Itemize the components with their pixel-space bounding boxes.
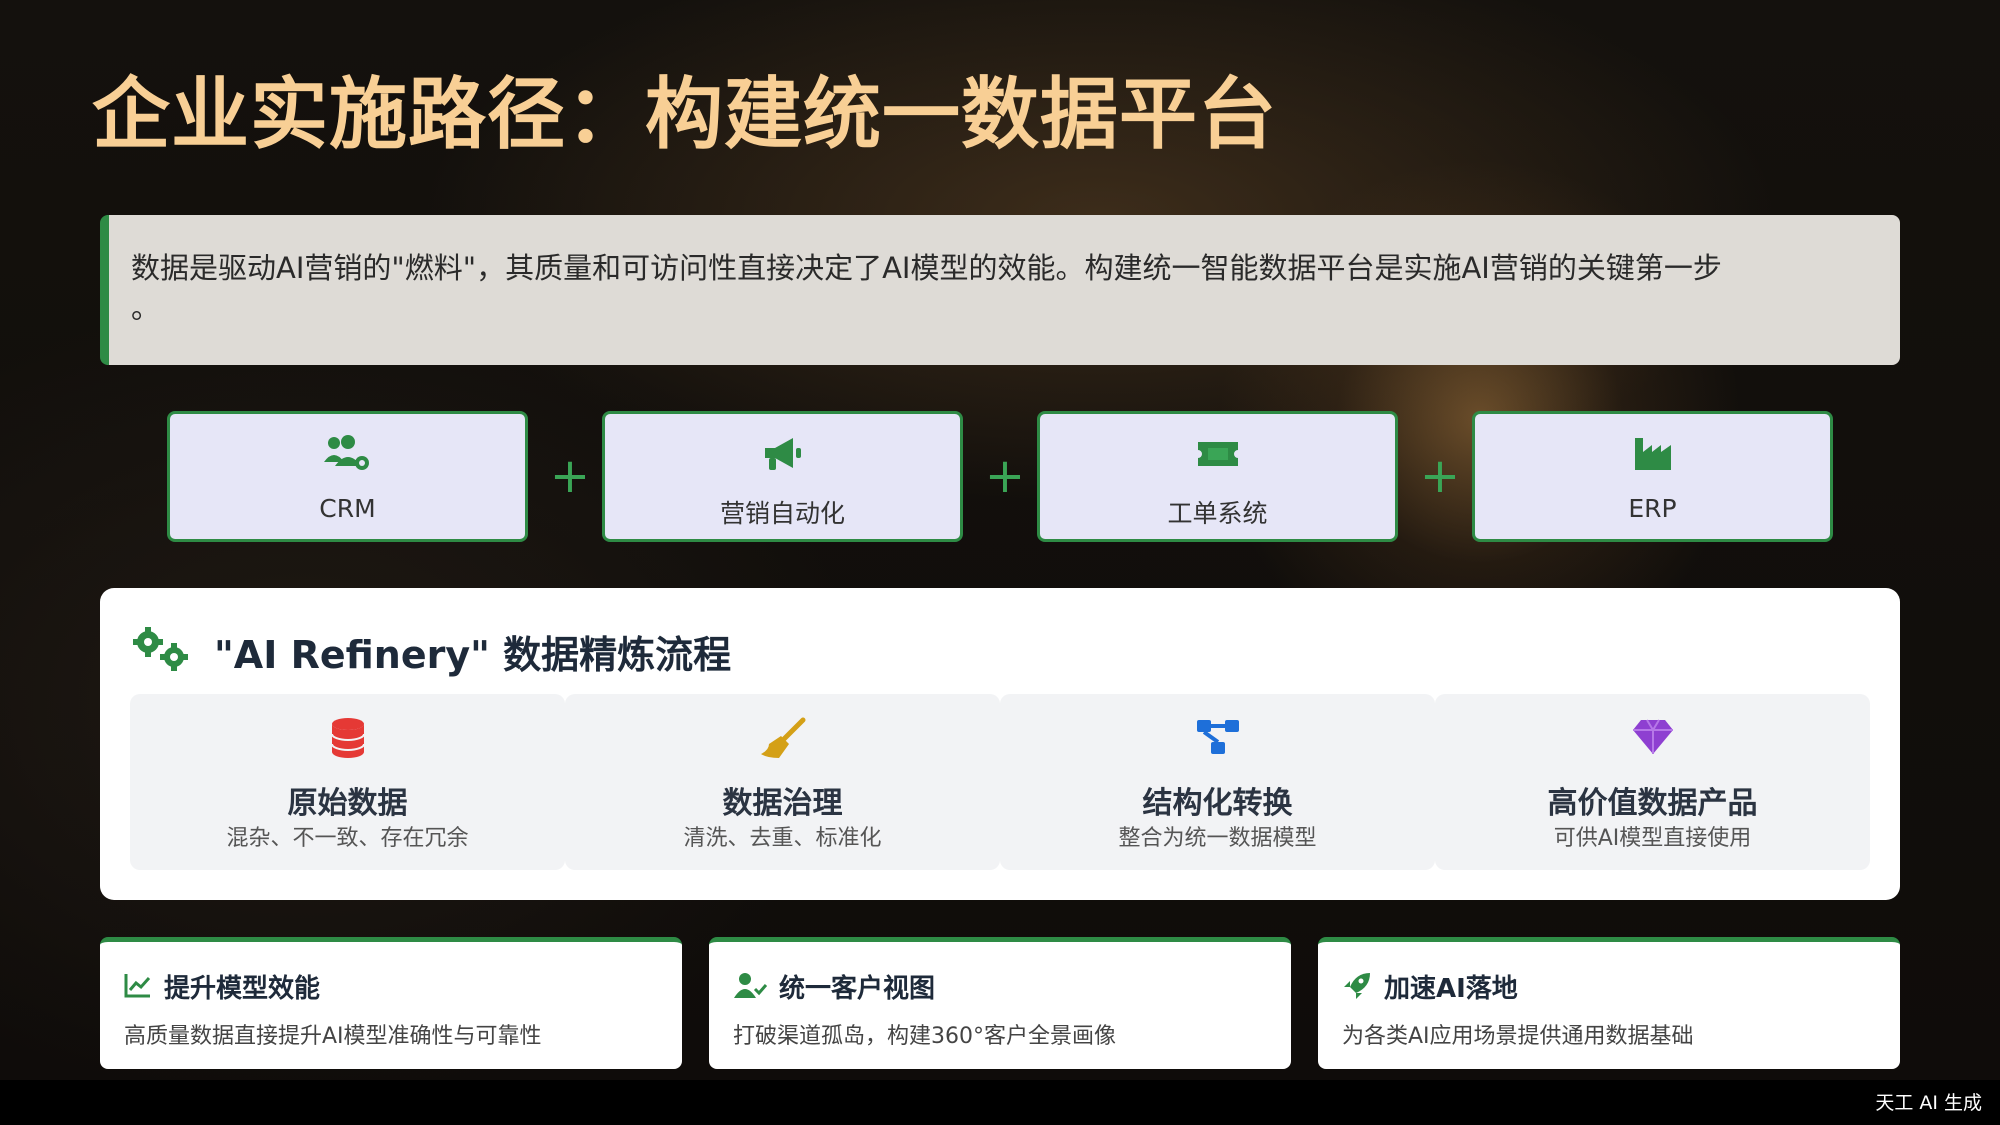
broom-icon xyxy=(565,716,1000,760)
source-label: ERP xyxy=(1628,494,1677,523)
ticket-icon xyxy=(1040,434,1395,478)
step-desc: 混杂、不一致、存在冗余 xyxy=(226,826,469,851)
source-card-crm: CRM xyxy=(167,411,528,542)
gears-icon xyxy=(130,625,192,677)
user-check-icon xyxy=(733,971,768,1003)
benefit-desc: 打破渠道孤岛，构建360°客户全景画像 xyxy=(733,1024,1116,1049)
benefit-card-customer-view: 统一客户视图 打破渠道孤岛，构建360°客户全景画像 xyxy=(709,937,1291,1069)
users-gear-icon xyxy=(170,434,525,478)
refinery-header: "AI Refinery" 数据精炼流程 xyxy=(130,625,732,677)
source-label: CRM xyxy=(319,494,376,523)
benefit-head: 加速AI落地 xyxy=(1342,968,1518,1005)
factory-icon xyxy=(1475,434,1830,478)
step-governance: 数据治理 清洗、去重、标准化 xyxy=(565,694,1000,870)
benefit-head: 提升模型效能 xyxy=(124,968,320,1005)
step-name: 数据治理 xyxy=(722,786,843,821)
plus-sign: + xyxy=(1419,448,1461,504)
step-name: 高价值数据产品 xyxy=(1547,786,1758,821)
database-icon xyxy=(130,716,565,760)
source-label: 工单系统 xyxy=(1167,499,1268,528)
step-desc: 清洗、去重、标准化 xyxy=(683,826,882,851)
intro-callout: 数据是驱动AI营销的"燃料"，其质量和可访问性直接决定了AI模型的效能。构建统一… xyxy=(100,215,1900,365)
source-card-erp: ERP xyxy=(1472,411,1833,542)
step-raw-data: 原始数据 混杂、不一致、存在冗余 xyxy=(130,694,565,870)
data-sources-row: CRM + 营销自动化 + 工单系统 + ERP xyxy=(167,411,1833,542)
benefit-title: 统一客户视图 xyxy=(779,974,936,1004)
refinery-panel: "AI Refinery" 数据精炼流程 原始数据 混杂、不一致、存在冗余 数据… xyxy=(100,588,1900,900)
step-name: 原始数据 xyxy=(287,786,408,821)
rocket-icon xyxy=(1342,971,1372,1003)
benefit-title: 提升模型效能 xyxy=(164,974,321,1004)
gem-icon xyxy=(1435,716,1870,760)
step-desc: 可供AI模型直接使用 xyxy=(1553,826,1752,851)
diagram-icon xyxy=(1000,716,1435,760)
benefit-desc: 高质量数据直接提升AI模型准确性与可靠性 xyxy=(124,1024,542,1049)
plus-sign: + xyxy=(549,448,591,504)
chart-line-icon xyxy=(124,972,152,1002)
source-label: 营销自动化 xyxy=(719,499,845,528)
refinery-steps: 原始数据 混杂、不一致、存在冗余 数据治理 清洗、去重、标准化 结构化转换 整合… xyxy=(130,694,1870,870)
intro-tail: 。 xyxy=(131,291,161,325)
benefit-head: 统一客户视图 xyxy=(733,968,935,1005)
step-data-product: 高价值数据产品 可供AI模型直接使用 xyxy=(1435,694,1870,870)
step-desc: 整合为统一数据模型 xyxy=(1118,826,1317,851)
page-title: 企业实施路径：构建统一数据平台 xyxy=(92,70,1278,160)
intro-text: 数据是驱动AI营销的"燃料"，其质量和可访问性直接决定了AI模型的效能。构建统一… xyxy=(131,251,1722,285)
step-structuring: 结构化转换 整合为统一数据模型 xyxy=(1000,694,1435,870)
source-card-marketing-automation: 营销自动化 xyxy=(602,411,963,542)
plus-sign: + xyxy=(984,448,1026,504)
benefit-desc: 为各类AI应用场景提供通用数据基础 xyxy=(1342,1024,1694,1049)
benefit-title: 加速AI落地 xyxy=(1384,974,1518,1004)
footer-bar xyxy=(0,1080,2000,1125)
step-name: 结构化转换 xyxy=(1142,786,1293,821)
refinery-title: "AI Refinery" 数据精炼流程 xyxy=(214,632,732,677)
benefit-card-model-performance: 提升模型效能 高质量数据直接提升AI模型准确性与可靠性 xyxy=(100,937,682,1069)
footer-label: 天工 AI 生成 xyxy=(1875,1092,1982,1114)
megaphone-icon xyxy=(605,434,960,478)
benefit-card-ai-landing: 加速AI落地 为各类AI应用场景提供通用数据基础 xyxy=(1318,937,1900,1069)
source-card-ticket-system: 工单系统 xyxy=(1037,411,1398,542)
